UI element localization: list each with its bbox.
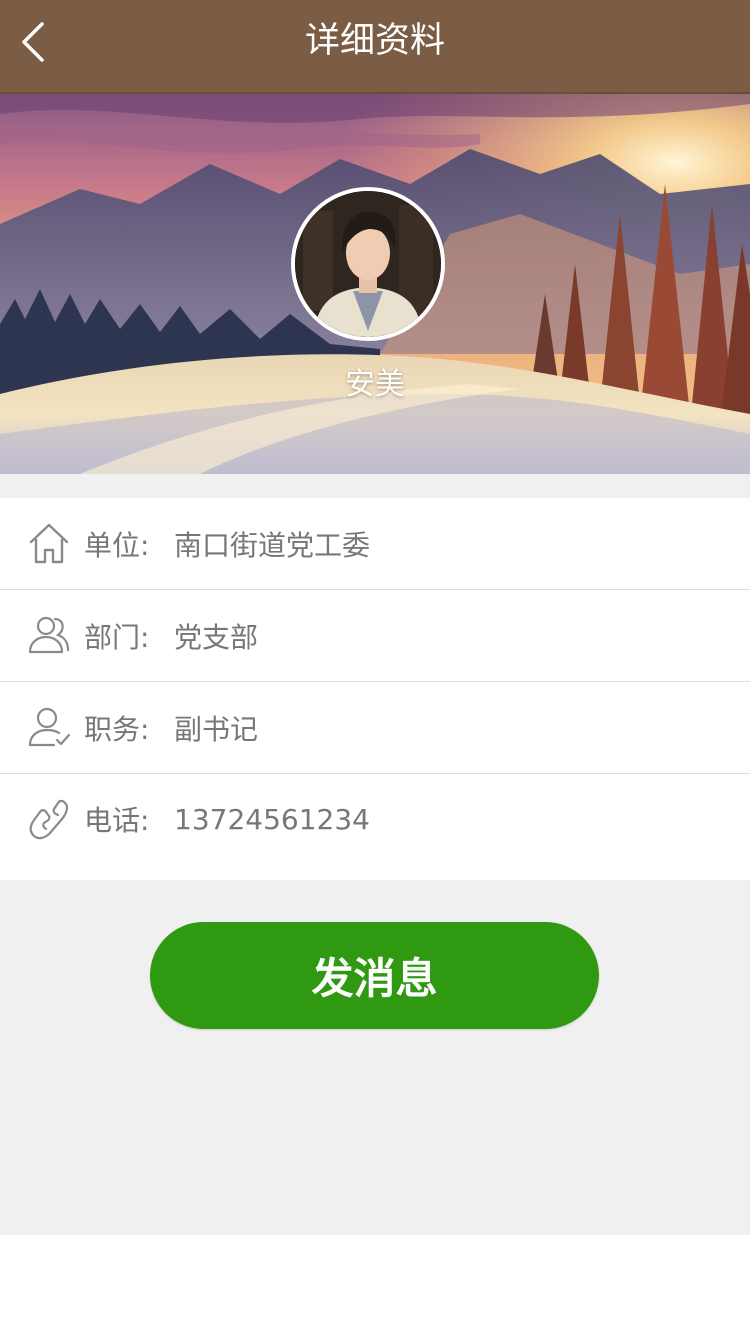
phone-icon [29,799,69,840]
section-divider [0,474,750,498]
home-icon [29,523,69,564]
unit-label: 单位: [84,528,150,562]
phone-value[interactable]: 13724561234 [174,774,370,864]
action-area: 发消息 [0,880,750,1235]
send-message-button[interactable]: 发消息 [150,922,599,1029]
department-label: 部门: [84,620,150,654]
avatar[interactable] [291,187,445,341]
avatar-photo [295,191,441,337]
top-bar: 详细资料 [0,0,750,94]
profile-banner: 安美 [0,94,750,474]
department-value: 党支部 [174,620,259,654]
page-title: 详细资料 [304,21,445,61]
position-label: 职务: [84,712,150,746]
info-row-unit: 单位: 南口街道党工委 [0,498,750,590]
position-value: 副书记 [174,712,259,746]
users-icon [28,616,70,654]
info-row-department: 部门: 党支部 [0,590,750,682]
info-row-phone: 电话: 13724561234 [0,774,750,864]
phone-label: 电话: [84,804,150,837]
profile-name: 安美 [345,367,405,402]
unit-value: 南口街道党工委 [174,528,371,562]
user-check-icon [28,707,71,747]
info-row-position: 职务: 副书记 [0,682,750,774]
profile-info-list: 单位: 南口街道党工委 部门: 党支部 职务: 副书记 电话: 13724561… [0,498,750,864]
